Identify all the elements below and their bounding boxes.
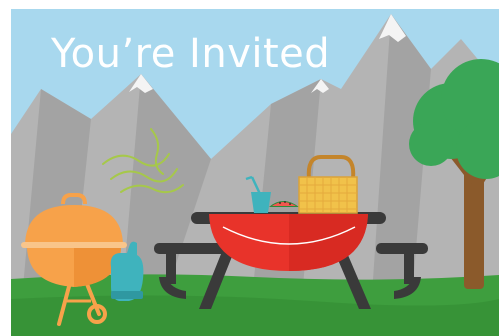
headline-title: You’re Invited: [51, 31, 331, 77]
invitation-card: You’re Invited: [11, 9, 499, 336]
